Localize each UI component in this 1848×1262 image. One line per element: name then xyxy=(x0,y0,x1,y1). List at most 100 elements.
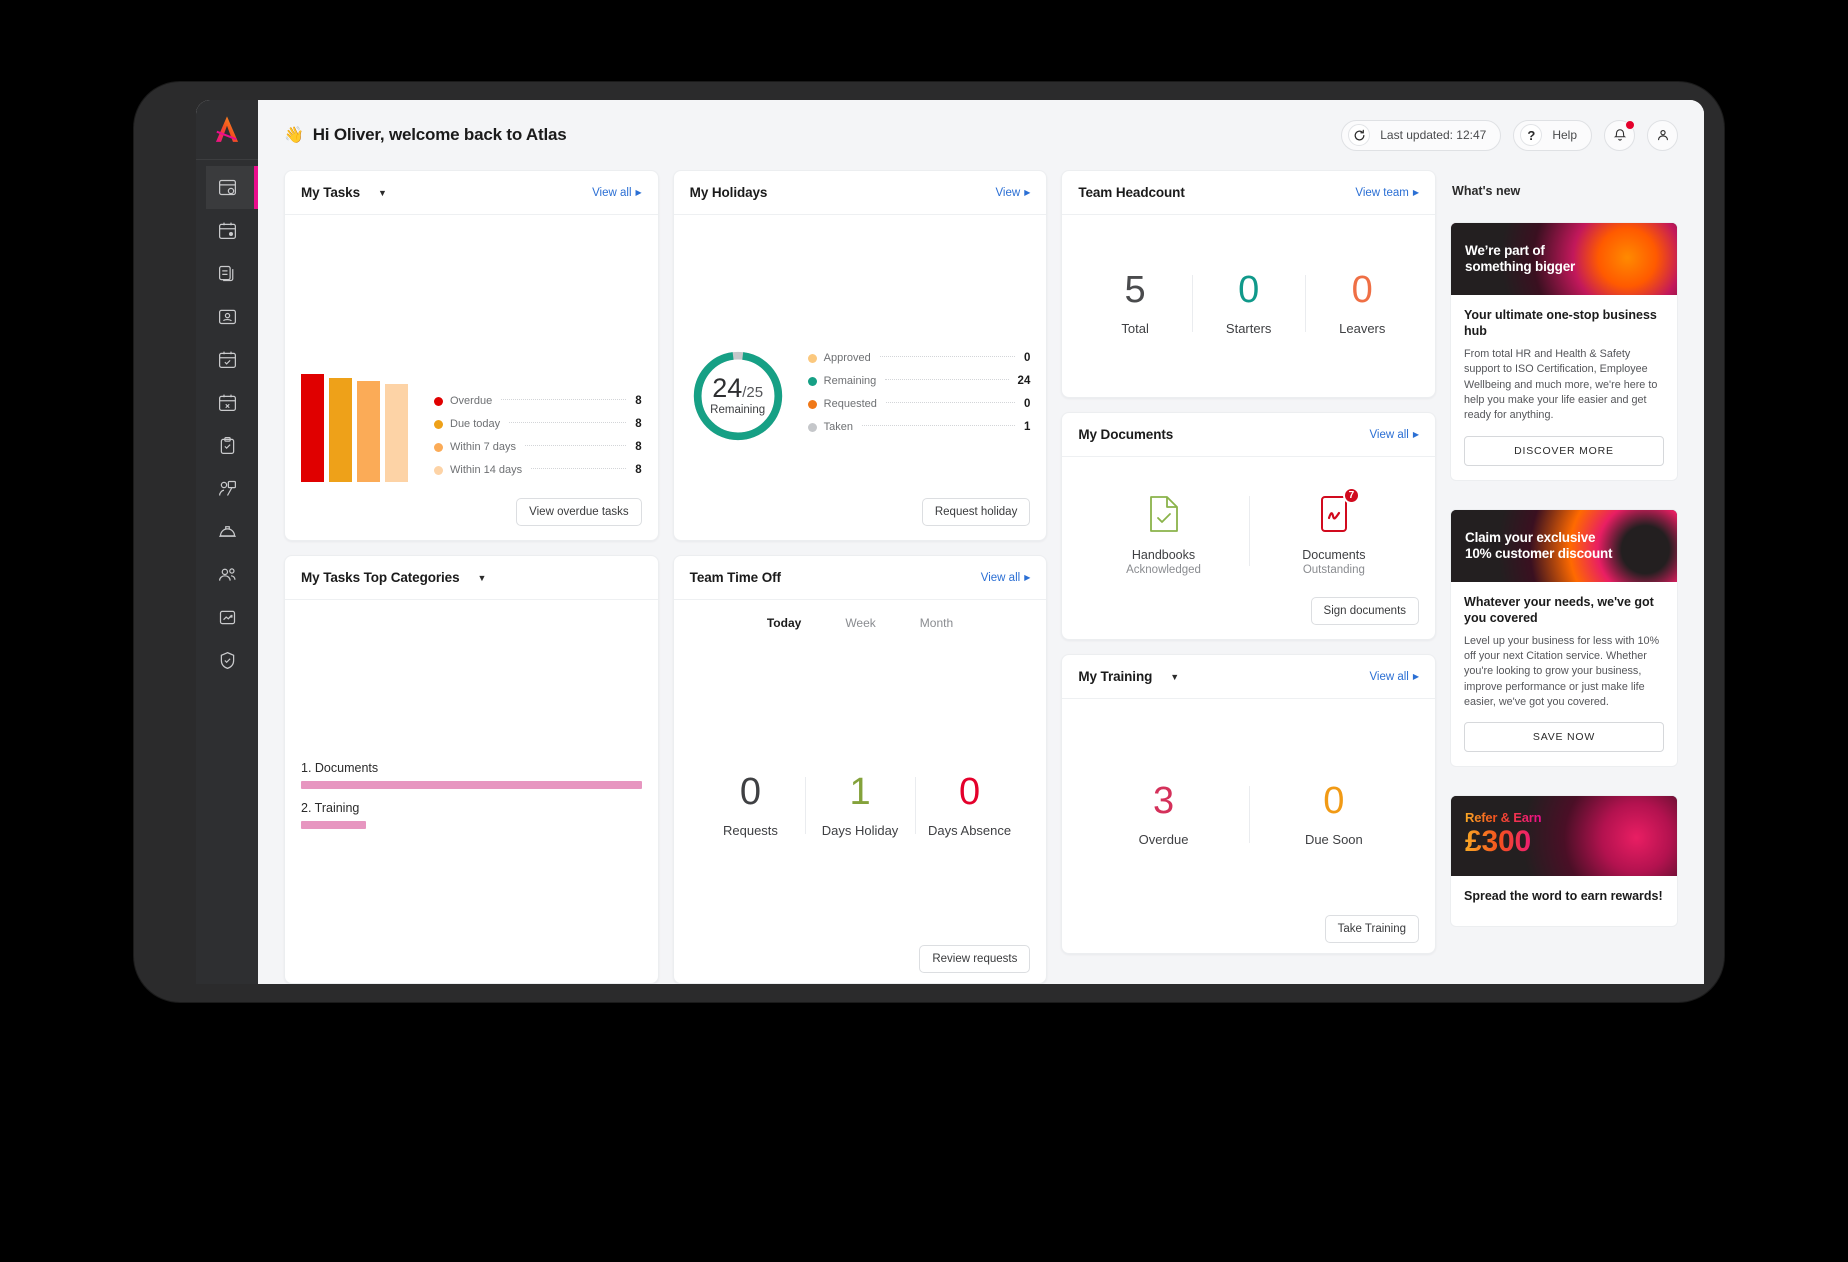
arrow-right-icon: ▶ xyxy=(1412,672,1420,681)
training-stats: 3 Overdue 0 Due Soon xyxy=(1072,699,1425,915)
team-time-off-view-all[interactable]: View all ▶ xyxy=(981,572,1031,584)
legend-dots xyxy=(885,379,1009,381)
my-holidays-header: My Holidays View ▶ xyxy=(673,171,1047,215)
notification-badge xyxy=(1625,119,1635,130)
stat-value: 0 xyxy=(1238,268,1260,311)
column-right: Team Headcount View team ▶ 5 Total 0 Sta… xyxy=(1061,170,1437,984)
legend-row: Taken 1 xyxy=(807,421,1030,434)
team-time-off-body: Today Week Month 0 Requests 1 Days Holid… xyxy=(674,600,1047,945)
my-tasks-view-all[interactable]: View all ▶ xyxy=(592,187,642,199)
chevron-down-icon[interactable]: ▼ xyxy=(1170,672,1179,682)
my-training-header: My Training ▼ View all ▶ xyxy=(1062,655,1436,699)
sidebar-item-calendar[interactable] xyxy=(196,209,258,252)
card-team-time-off: Team Time Off View all ▶ Today Week Mont… xyxy=(672,555,1048,984)
greeting: 👋 Hi Oliver, welcome back to Atlas xyxy=(284,125,567,145)
promo-card-discount[interactable]: Claim your exclusive 10% customer discoun… xyxy=(1450,508,1678,768)
tab-month[interactable]: Month xyxy=(920,616,953,630)
calendar-icon xyxy=(218,222,236,239)
app-logo[interactable] xyxy=(196,100,258,160)
legend-label: Within 7 days xyxy=(450,441,517,454)
doc-documents[interactable]: 7 Documents Outstanding xyxy=(1248,487,1419,576)
my-documents-view-all-label: View all xyxy=(1369,428,1409,441)
stat-overdue: 3 Overdue xyxy=(1078,782,1248,847)
top-categories-chart: 1. Documents 2. Training xyxy=(301,616,642,833)
team-headcount-title: Team Headcount xyxy=(1078,185,1185,200)
chevron-down-icon[interactable]: ▼ xyxy=(378,188,387,198)
view-overdue-tasks-button[interactable]: View overdue tasks xyxy=(516,498,642,527)
team-headcount-view-team[interactable]: View team ▶ xyxy=(1355,187,1419,199)
category-bar-track xyxy=(301,821,642,829)
legend-label: Taken xyxy=(823,421,854,434)
stat-value: 0 xyxy=(1323,779,1345,822)
help-pill[interactable]: ? Help xyxy=(1513,119,1592,151)
save-now-button[interactable]: SAVE NOW xyxy=(1464,722,1664,753)
legend-row: Due today 8 xyxy=(434,418,642,430)
screenshot-stage: 👋 Hi Oliver, welcome back to Atlas Last … xyxy=(0,0,1848,1262)
outstanding-badge: 7 xyxy=(1342,487,1360,504)
promo-banner-text: Claim your exclusive 10% customer discoun… xyxy=(1465,529,1613,561)
arrow-right-icon: ▶ xyxy=(1412,430,1420,439)
my-tasks-footer: View overdue tasks xyxy=(285,498,658,540)
my-documents-body: Handbooks Acknowledged 7 Documents Outst… xyxy=(1062,457,1435,597)
sidebar-item-reports[interactable] xyxy=(196,596,258,639)
sidebar-item-recruitment[interactable] xyxy=(196,467,258,510)
my-tasks-bar-chart xyxy=(301,374,408,483)
legend-swatch xyxy=(434,396,443,406)
tab-week[interactable]: Week xyxy=(845,616,875,630)
task-bar-within-7 xyxy=(357,381,380,483)
sidebar-item-teams[interactable] xyxy=(196,553,258,596)
promo-heading: Whatever your needs, we've got you cover… xyxy=(1464,594,1654,625)
my-holidays-view[interactable]: View ▶ xyxy=(995,187,1030,199)
notifications-button[interactable] xyxy=(1604,119,1635,151)
review-requests-button[interactable]: Review requests xyxy=(919,945,1031,973)
refer-earn-amount: £300 xyxy=(1465,826,1541,857)
sign-documents-button[interactable]: Sign documents xyxy=(1310,597,1420,625)
card-my-holidays: My Holidays View ▶ 24/25 Remaining Appro… xyxy=(672,170,1048,542)
last-updated-text: Last updated: 12:47 xyxy=(1380,128,1487,142)
sidebar-item-dashboard[interactable] xyxy=(196,166,258,209)
account-button[interactable] xyxy=(1647,119,1678,151)
my-training-view-all[interactable]: View all ▶ xyxy=(1369,671,1419,683)
sidebar-item-employees[interactable] xyxy=(196,295,258,338)
legend-row: Requested 0 xyxy=(807,398,1030,410)
legend-label: Within 14 days xyxy=(450,464,523,477)
chevron-down-icon[interactable]: ▼ xyxy=(478,573,487,583)
documents-tiles: Handbooks Acknowledged 7 Documents Outst… xyxy=(1072,457,1425,597)
my-holidays-title: My Holidays xyxy=(689,185,768,200)
promo-banner-text: Refer & Earn £300 xyxy=(1465,810,1542,857)
doc-handbooks[interactable]: Handbooks Acknowledged xyxy=(1078,494,1248,576)
promo-banner-text: We’re part of something bigger xyxy=(1465,243,1576,274)
dashboard-grid: My Tasks ▼ View all ▶ Overdue 8 Due toda… xyxy=(258,170,1704,984)
legend-dots xyxy=(501,399,627,401)
stat-label: Days Absence xyxy=(928,823,1012,839)
tab-today[interactable]: Today xyxy=(767,616,801,630)
request-holiday-button[interactable]: Request holiday xyxy=(921,498,1031,527)
column-left: My Tasks ▼ View all ▶ Overdue 8 Due toda… xyxy=(284,170,659,984)
sidebar-item-holidays[interactable] xyxy=(196,338,258,381)
sidebar-item-compliance[interactable] xyxy=(196,639,258,682)
team-time-off-header: Team Time Off View all ▶ xyxy=(673,556,1047,601)
take-training-button[interactable]: Take Training xyxy=(1324,915,1420,943)
calendar-check-icon xyxy=(218,351,236,368)
promo-card-refer-earn[interactable]: Refer & Earn £300 Spread the word to ear… xyxy=(1450,795,1678,928)
promo-card-business-hub[interactable]: We’re part of something bigger Your ultim… xyxy=(1450,222,1678,481)
sidebar-item-documents[interactable] xyxy=(196,252,258,295)
atlas-a-logo xyxy=(215,115,239,142)
sidebar-item-absence[interactable] xyxy=(196,381,258,424)
my-tasks-legend: Overdue 8 Due today 8 Within 7 days 8 Wi… xyxy=(434,395,642,482)
waving-hand-icon: 👋 xyxy=(284,127,304,144)
team-headcount-header: Team Headcount View team ▶ xyxy=(1062,171,1436,215)
clipboard-check-icon xyxy=(220,437,234,454)
last-updated-pill[interactable]: Last updated: 12:47 xyxy=(1341,119,1502,151)
arrow-right-icon: ▶ xyxy=(1024,573,1031,583)
chart-trend-icon xyxy=(219,610,235,625)
legend-swatch xyxy=(434,442,443,452)
top-categories-header: My Tasks Top Categories ▼ xyxy=(285,556,658,601)
discover-more-button[interactable]: DISCOVER MORE xyxy=(1464,435,1664,466)
my-documents-footer: Sign documents xyxy=(1062,597,1435,639)
stat-value: 0 xyxy=(1351,268,1373,311)
sidebar-item-tasks[interactable] xyxy=(196,424,258,467)
my-holidays-view-label: View xyxy=(995,186,1021,199)
my-documents-view-all[interactable]: View all ▶ xyxy=(1369,429,1419,441)
sidebar-item-health-safety[interactable] xyxy=(196,510,258,553)
